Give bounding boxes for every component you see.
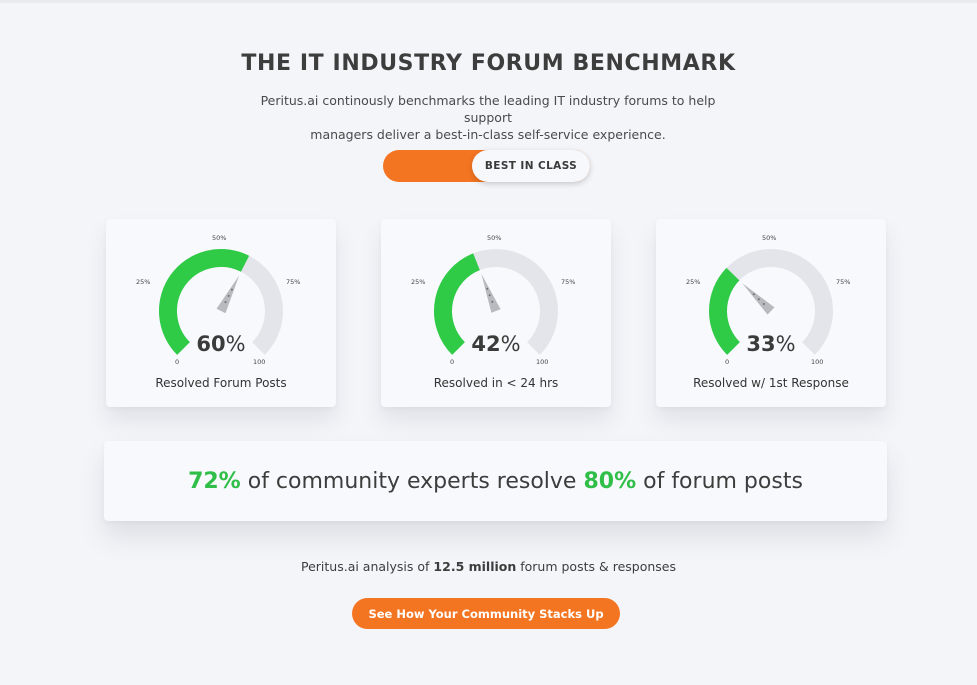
expert-stat-banner: 72% of community experts resolve 80% of … <box>104 441 887 521</box>
gauge-value-unit: % <box>775 332 796 356</box>
analysis-highlight: 12.5 million <box>433 559 517 574</box>
needle-dot <box>488 294 491 297</box>
banner-stat-experts: 72% <box>188 468 241 494</box>
needle-dot <box>491 300 494 303</box>
tick-label-50: 50% <box>487 234 502 242</box>
tick-label-0: 0 <box>450 358 455 366</box>
tick-label-100: 100 <box>253 358 266 366</box>
tick-label-100: 100 <box>811 358 824 366</box>
gauge-value: 33% <box>656 332 886 356</box>
needle-icon <box>481 273 501 313</box>
tick-label-25: 25% <box>136 278 151 286</box>
gauge-card-resolved-24hrs: 0 25% 50% 75% 100 42% Resolved in < 24 h… <box>381 219 611 407</box>
tick-label-100: 100 <box>536 358 549 366</box>
banner-stat-posts: 80% <box>583 468 637 494</box>
gauge-value-number: 42 <box>471 332 501 356</box>
best-in-class-toggle[interactable]: BEST IN CLASS <box>383 150 590 182</box>
needle-dot <box>224 301 227 304</box>
gauge-card-resolved-forum-posts: 0 25% 50% 75% 100 60% Resolved Forum Pos… <box>106 219 336 407</box>
gauge-card-resolved-first-response: 0 25% 50% 75% 100 33% Resolved w/ 1st Re… <box>656 219 886 407</box>
needle-dot <box>752 293 755 296</box>
tick-label-25: 25% <box>411 278 426 286</box>
analysis-note: Peritus.ai analysis of 12.5 million foru… <box>0 559 977 574</box>
top-divider <box>0 0 977 3</box>
needle-dot <box>762 303 765 305</box>
tick-label-0: 0 <box>175 358 180 366</box>
subtitle-line-1: Peritus.ai continously benchmarks the le… <box>260 93 716 125</box>
tick-label-75: 75% <box>561 278 576 286</box>
banner-text-2: of forum posts <box>636 468 803 494</box>
needle-dot <box>227 294 230 297</box>
gauge-value-unit: % <box>225 332 246 356</box>
gauge-value: 42% <box>381 332 611 356</box>
tick-label-75: 75% <box>286 278 301 286</box>
needle-icon <box>742 283 775 315</box>
tick-label-50: 50% <box>762 234 777 242</box>
tick-label-75: 75% <box>836 278 851 286</box>
needle-icon <box>216 275 240 314</box>
gauge-label: Resolved in < 24 hrs <box>433 376 559 390</box>
banner-text-1: of community experts resolve <box>240 468 584 494</box>
needle-dot <box>486 287 489 290</box>
tick-label-0: 0 <box>725 358 730 366</box>
tick-label-25: 25% <box>686 278 701 286</box>
needle-dot <box>757 298 760 301</box>
tick-label-50: 50% <box>212 234 227 242</box>
gauge-value-unit: % <box>500 332 521 356</box>
analysis-suffix: forum posts & responses <box>516 559 676 574</box>
analysis-prefix: Peritus.ai analysis of <box>301 559 434 574</box>
see-how-community-stacks-up-button[interactable]: See How Your Community Stacks Up <box>352 598 620 629</box>
gauge-label: Resolved w/ 1st Response <box>693 376 849 390</box>
gauge-value: 60% <box>106 332 336 356</box>
page-subtitle: Peritus.ai continously benchmarks the le… <box>238 92 738 143</box>
subtitle-line-2: managers deliver a best-in-class self-se… <box>310 127 666 142</box>
toggle-label: BEST IN CLASS <box>484 160 578 172</box>
needle-dot <box>230 288 233 291</box>
page-title: THE IT INDUSTRY FORUM BENCHMARK <box>241 51 736 76</box>
gauge-label: Resolved Forum Posts <box>155 376 287 390</box>
toggle-knob[interactable]: BEST IN CLASS <box>472 150 590 182</box>
gauge-value-number: 60 <box>196 332 226 356</box>
gauge-value-number: 33 <box>746 332 776 356</box>
